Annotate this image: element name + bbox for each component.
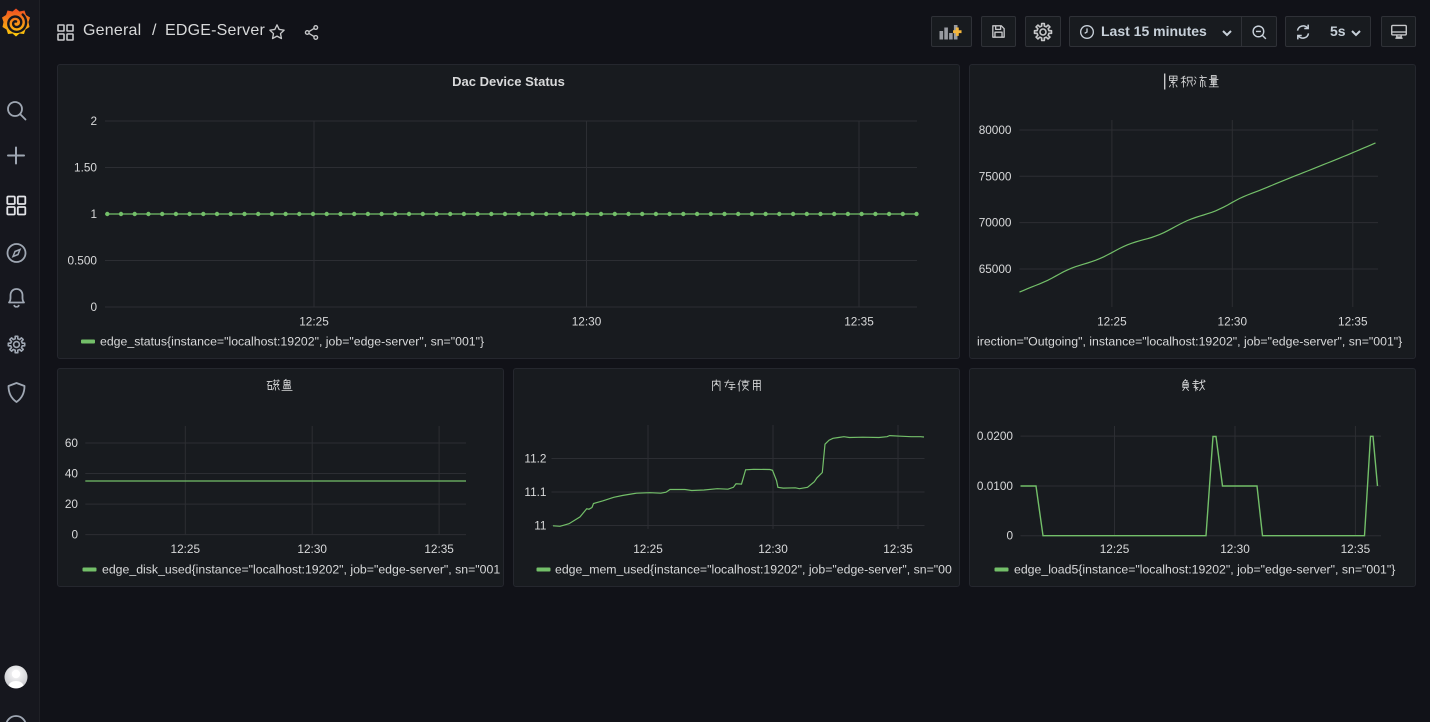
svg-text:11: 11: [534, 519, 546, 533]
svg-text:0: 0: [1006, 529, 1013, 543]
svg-text:edge_status{instance="localhos: edge_status{instance="localhost:19202", …: [100, 335, 484, 349]
svg-text:1: 1: [90, 207, 97, 221]
svg-text:12:35: 12:35: [844, 315, 874, 329]
svg-text:75000: 75000: [979, 169, 1012, 183]
svg-text:11.2: 11.2: [524, 452, 546, 466]
svg-text:12:35: 12:35: [1338, 315, 1368, 329]
svg-text:40: 40: [65, 467, 79, 481]
svg-text:12:25: 12:25: [171, 542, 201, 556]
svg-text:irection="Outgoing", instance=: irection="Outgoing", instance="localhost…: [977, 335, 1402, 349]
svg-text:12:30: 12:30: [1218, 315, 1248, 329]
svg-text:12:35: 12:35: [883, 542, 913, 556]
svg-text:12:25: 12:25: [633, 542, 663, 556]
svg-text:1.50: 1.50: [74, 161, 97, 175]
svg-text:12:30: 12:30: [758, 542, 788, 556]
svg-text:12:25: 12:25: [1100, 542, 1130, 556]
svg-text:12:35: 12:35: [424, 542, 454, 556]
svg-text:12:30: 12:30: [1220, 542, 1250, 556]
svg-text:edge_mem_used{instance="localh: edge_mem_used{instance="localhost:19202"…: [555, 563, 952, 577]
svg-text:2: 2: [90, 114, 97, 128]
svg-text:12:25: 12:25: [1097, 315, 1127, 329]
svg-text:edge_disk_used{instance="local: edge_disk_used{instance="localhost:19202…: [102, 563, 500, 577]
svg-text:80000: 80000: [979, 123, 1012, 137]
svg-text:0.500: 0.500: [67, 254, 97, 268]
svg-text:0: 0: [71, 528, 78, 542]
svg-text:0.0100: 0.0100: [977, 479, 1014, 493]
svg-text:12:25: 12:25: [299, 315, 329, 329]
svg-text:11.1: 11.1: [524, 485, 546, 499]
svg-text:0.0200: 0.0200: [977, 429, 1014, 443]
svg-text:12:30: 12:30: [572, 315, 602, 329]
svg-text:65000: 65000: [979, 262, 1012, 276]
svg-text:70000: 70000: [979, 216, 1012, 230]
svg-text:edge_load5{instance="localhost: edge_load5{instance="localhost:19202", j…: [1014, 563, 1395, 577]
svg-text:12:30: 12:30: [297, 542, 327, 556]
svg-text:60: 60: [65, 436, 79, 450]
svg-text:20: 20: [65, 497, 79, 511]
svg-text:12:35: 12:35: [1341, 542, 1371, 556]
svg-text:0: 0: [90, 300, 97, 314]
